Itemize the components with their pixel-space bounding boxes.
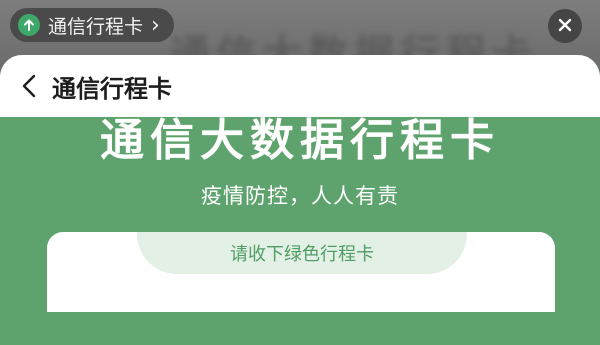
card-label: 请收下绿色行程卡 <box>137 232 467 274</box>
close-button[interactable] <box>548 9 582 43</box>
hero-subtitle: 疫情防控，人人有责 <box>201 184 399 208</box>
sheet-title: 通信行程卡 <box>52 74 172 103</box>
mini-program-title: 通信行程卡 <box>48 15 144 38</box>
chevron-left-icon[interactable] <box>22 74 42 98</box>
hero-title: 通信大数据行程卡 <box>100 115 500 166</box>
close-icon <box>558 17 572 36</box>
up-arrow-circle-icon <box>18 14 40 36</box>
mini-program-bar[interactable]: 通信行程卡 › <box>10 8 174 42</box>
chevron-right-icon: › <box>151 12 160 38</box>
itinerary-card: 请收下绿色行程卡 <box>47 232 555 312</box>
